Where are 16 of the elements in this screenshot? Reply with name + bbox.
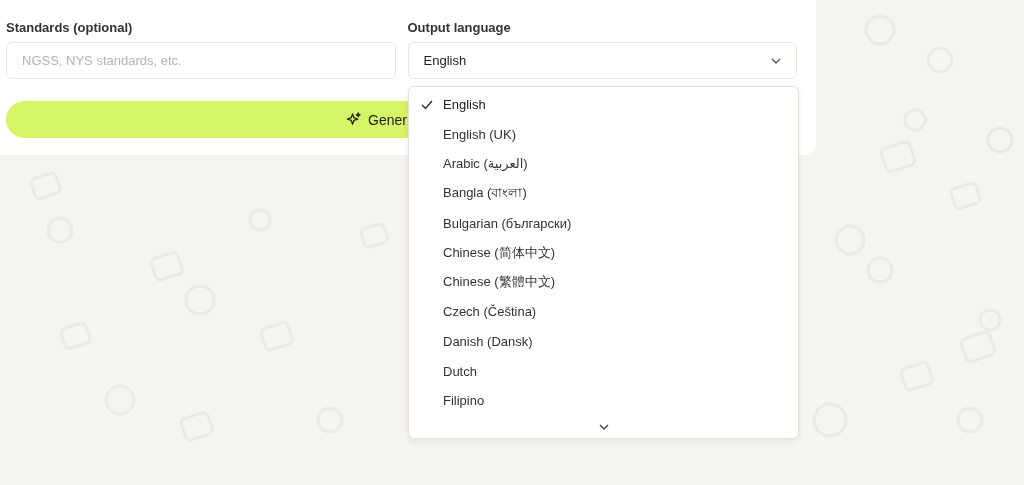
language-option[interactable]: Filipino <box>409 385 798 416</box>
language-option[interactable]: Bulgarian (български) <box>409 208 798 238</box>
language-option[interactable]: Chinese (繁體中文) <box>409 267 798 298</box>
language-option[interactable]: Czech (Čeština) <box>409 297 798 327</box>
language-select[interactable]: English <box>407 42 797 79</box>
field-label: Standards (optional) <box>6 20 134 35</box>
standards-input[interactable]: NGSS, NYS standards, etc. <box>6 42 396 79</box>
language-option[interactable]: Bangla (বাংলা) <box>409 178 798 209</box>
sparkle-icon <box>346 112 361 127</box>
language-option[interactable]: Dutch <box>409 356 798 386</box>
chevron-down-icon <box>598 423 609 430</box>
chevron-down-icon <box>771 57 781 64</box>
language-option[interactable]: Chinese (简体中文) <box>409 237 798 268</box>
field-label: Output language <box>407 20 512 35</box>
language-option[interactable]: Danish (Dansk) <box>409 326 798 357</box>
language-option[interactable]: Arabic (العربية) <box>409 149 798 179</box>
